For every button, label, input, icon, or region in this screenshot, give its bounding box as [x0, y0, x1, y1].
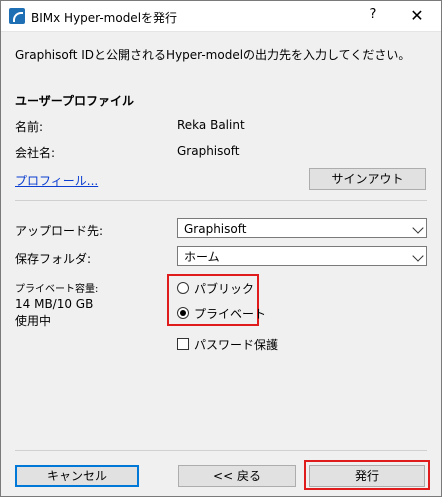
public-label: パブリック	[194, 282, 255, 296]
bimx-app-icon	[9, 8, 25, 24]
private-label: プライベート	[194, 307, 267, 321]
name-value: Reka Balint	[177, 118, 245, 132]
save-folder-select[interactable]: ホーム	[177, 246, 427, 266]
cancel-button[interactable]: キャンセル	[15, 465, 139, 487]
back-button[interactable]: << 戻る	[178, 465, 296, 487]
dialog-window: BIMx Hyper-modelを発行 ? ✕ Graphisoft IDと公開…	[0, 0, 442, 497]
name-label: 名前:	[15, 120, 44, 134]
signout-button[interactable]: サインアウト	[309, 168, 426, 190]
title-bar: BIMx Hyper-modelを発行 ? ✕	[1, 1, 441, 32]
publish-button[interactable]: 発行	[309, 465, 425, 487]
folder-label: 保存フォルダ:	[15, 252, 92, 266]
company-value: Graphisoft	[177, 144, 240, 158]
password-checkbox[interactable]	[177, 338, 189, 350]
help-button[interactable]: ?	[363, 7, 383, 25]
private-radio[interactable]	[177, 307, 189, 319]
footer-divider	[15, 450, 427, 451]
divider	[15, 200, 427, 201]
chevron-down-icon	[412, 222, 424, 234]
company-label: 会社名:	[15, 146, 56, 160]
intro-text: Graphisoft IDと公開されるHyper-modelの出力先を入力してく…	[15, 48, 411, 62]
storage-status: 使用中	[15, 314, 52, 328]
storage-label: プライベート容量:	[15, 284, 99, 295]
save-folder-value: ホーム	[184, 250, 220, 264]
profile-heading: ユーザープロファイル	[15, 94, 135, 108]
storage-amount: 14 MB/10 GB	[15, 297, 94, 311]
chevron-down-icon	[412, 250, 424, 262]
profile-link[interactable]: プロフィール...	[15, 172, 98, 189]
upload-destination-select[interactable]: Graphisoft	[177, 218, 427, 238]
close-button[interactable]: ✕	[406, 5, 428, 27]
upload-label: アップロード先:	[15, 224, 104, 238]
public-radio[interactable]	[177, 282, 189, 294]
window-title: BIMx Hyper-modelを発行	[31, 11, 178, 25]
password-label: パスワード保護	[194, 338, 279, 352]
upload-destination-value: Graphisoft	[184, 222, 247, 236]
